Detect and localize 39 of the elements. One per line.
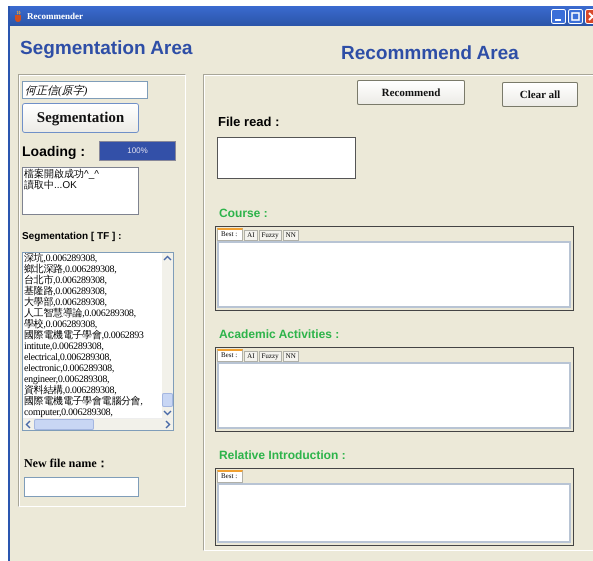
section-title: Relative Introduction :: [219, 448, 347, 462]
vertical-scrollbar[interactable]: [162, 253, 173, 418]
list-item[interactable]: computer,0.006289308,: [24, 407, 162, 418]
scroll-thumb[interactable]: [162, 393, 173, 407]
list-item[interactable]: engineer,0.006289308,: [24, 374, 162, 385]
list-item[interactable]: 學校,0.006289308,: [24, 319, 162, 330]
clear-button[interactable]: Clear all: [502, 82, 578, 107]
list-item[interactable]: 資料結構,0.006289308,: [24, 385, 162, 396]
scroll-thumb[interactable]: [34, 419, 94, 430]
recommend-button[interactable]: Recommend: [357, 80, 465, 105]
list-item[interactable]: electrical,0.006289308,: [24, 352, 162, 363]
maximize-icon[interactable]: [568, 8, 583, 24]
segmentation-button[interactable]: Segmentation: [22, 103, 139, 133]
log-line: 檔案開啟成功^_^: [24, 169, 100, 180]
minimize-icon[interactable]: [551, 8, 566, 24]
list-label: Segmentation [ TF ] :: [22, 231, 122, 242]
cup-icon: [13, 10, 23, 22]
section-title: Course :: [219, 206, 269, 220]
list-item[interactable]: 鄉北深路,0.006289308,: [24, 264, 162, 275]
horizontal-scrollbar[interactable]: [23, 418, 173, 430]
name-field[interactable]: 何正信(原字): [22, 81, 148, 99]
loading-label: Loading :: [22, 143, 85, 159]
section-title: Academic Activities :: [219, 327, 340, 341]
list-item[interactable]: 人工智慧導論,0.006289308,: [24, 308, 162, 319]
list-item[interactable]: 國際電機電子學會,0.0062893: [24, 330, 162, 341]
progress-reading: 100%: [126, 146, 149, 155]
list-item[interactable]: 基隆路,0.006289308,: [24, 286, 162, 297]
list-item[interactable]: intitute,0.006289308,: [24, 341, 162, 352]
list-item[interactable]: electronic,0.006289308,: [24, 363, 162, 374]
list-item[interactable]: 國際電機電子學會電腦分會,: [24, 396, 162, 407]
list-item[interactable]: 台北市,0.006289308,: [24, 275, 162, 286]
field-label: File read :: [218, 114, 280, 129]
section-heading: Segmentation Area: [20, 38, 192, 60]
file-name-field[interactable]: [24, 477, 139, 497]
field-label: New file name：: [24, 455, 109, 472]
log-line: 讀取中...OK: [24, 180, 78, 191]
section-heading: Recommmend Area: [341, 43, 519, 65]
list-item[interactable]: 大學部,0.006289308,: [24, 297, 162, 308]
window-title: Recommender: [27, 11, 83, 21]
